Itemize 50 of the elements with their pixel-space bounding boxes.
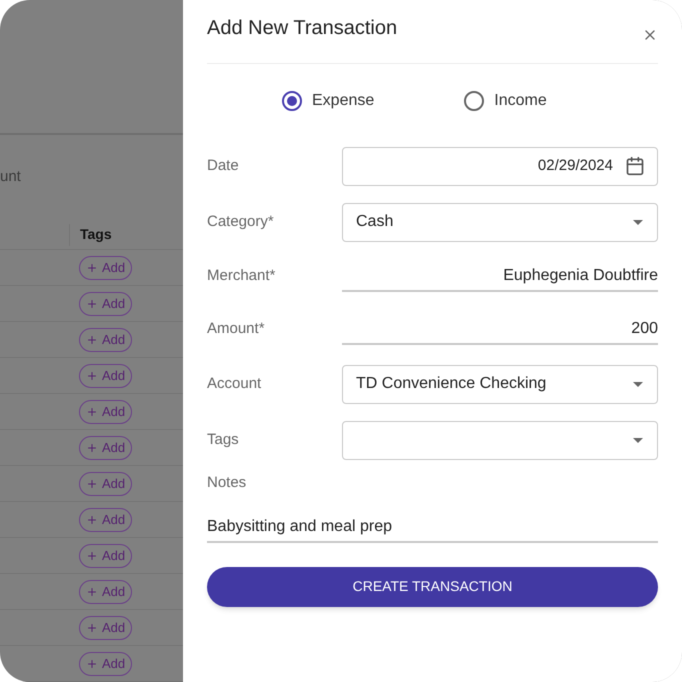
- radio-option[interactable]: Expense: [282, 89, 374, 113]
- plus-icon: [86, 478, 98, 490]
- add-tag-button[interactable]: Add: [79, 580, 132, 604]
- plus-icon: [86, 442, 98, 454]
- plus-icon: [86, 334, 98, 346]
- add-tag-button[interactable]: Add: [79, 364, 132, 388]
- dropdown-caret-icon: [633, 438, 643, 442]
- radio-option[interactable]: Income: [464, 89, 547, 113]
- date-field[interactable]: 02/29/2024: [342, 146, 658, 186]
- plus-icon: [86, 370, 98, 382]
- field-label: Date: [207, 156, 240, 176]
- create-transaction-button[interactable]: CREATE TRANSACTION: [207, 566, 658, 606]
- plus-icon: [86, 622, 98, 634]
- add-tag-button[interactable]: Add: [79, 436, 132, 460]
- dropdown-caret-icon: [633, 220, 643, 224]
- add-tag-button[interactable]: Add: [79, 292, 132, 316]
- field-label: Account: [207, 374, 262, 394]
- plus-icon: [86, 550, 98, 562]
- add-tag-button[interactable]: Add: [79, 400, 132, 424]
- plus-icon: [86, 298, 98, 310]
- plus-icon: [86, 514, 98, 526]
- select-field[interactable]: Cash: [342, 202, 658, 242]
- table-heading: Tags: [80, 225, 112, 244]
- dialog-title: Add New Transaction: [207, 16, 398, 40]
- dropdown-caret-icon: [633, 382, 643, 386]
- plus-icon: [86, 586, 98, 598]
- column-heading: unt: [0, 167, 21, 188]
- radio-icon: [282, 91, 302, 111]
- notes-field[interactable]: Babysitting and meal prep: [207, 512, 658, 542]
- input-field[interactable]: 200: [342, 314, 658, 344]
- add-tag-button[interactable]: Add: [79, 328, 132, 352]
- input-field[interactable]: Euphegenia Doubtfire: [342, 262, 658, 292]
- add-tag-button[interactable]: Add: [79, 616, 132, 640]
- add-tag-button[interactable]: Add: [79, 256, 132, 280]
- select-field[interactable]: [342, 420, 658, 460]
- field-label: Amount*: [207, 319, 266, 340]
- add-tag-button[interactable]: Add: [79, 652, 132, 676]
- plus-icon: [86, 262, 98, 274]
- select-field[interactable]: TD Convenience Checking: [342, 364, 658, 404]
- plus-icon: [86, 658, 98, 670]
- add-tag-button[interactable]: Add: [79, 544, 132, 568]
- add-tag-button[interactable]: Add: [79, 508, 132, 532]
- field-label: Merchant*: [207, 266, 276, 286]
- field-label: Tags: [207, 430, 240, 450]
- field-label: Category*: [207, 212, 275, 232]
- notes-label: Notes: [207, 473, 248, 493]
- plus-icon: [86, 406, 98, 418]
- calendar-icon[interactable]: [625, 156, 645, 176]
- add-tag-button[interactable]: Add: [79, 472, 132, 496]
- radio-icon: [464, 91, 484, 111]
